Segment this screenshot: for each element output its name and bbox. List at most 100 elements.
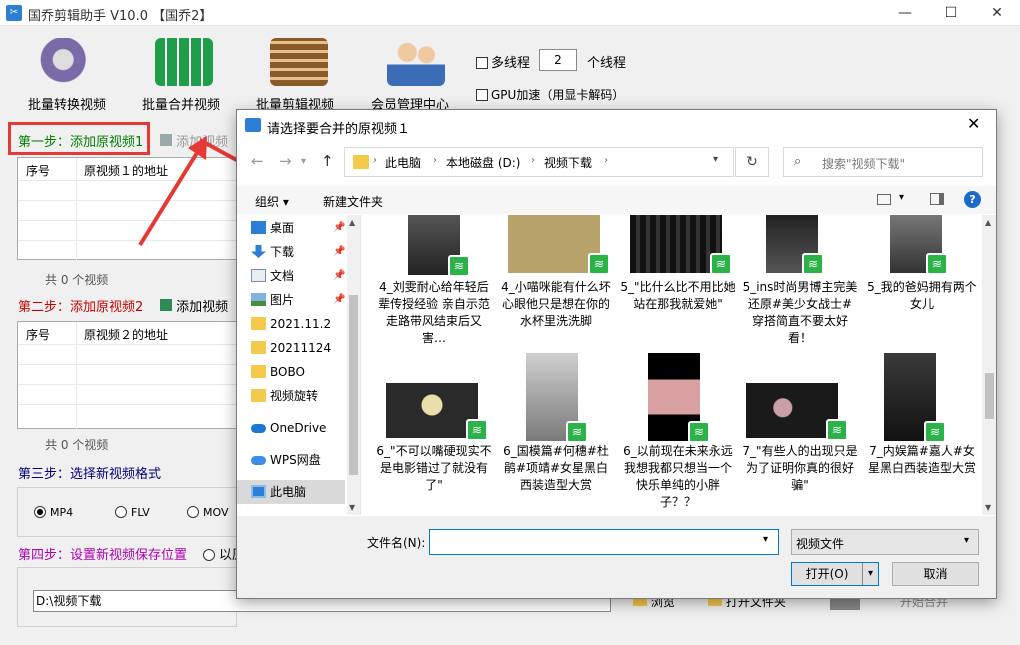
- search-placeholder: 搜索"视频下载": [822, 157, 906, 171]
- pin-icon: 📌: [333, 222, 345, 233]
- search-box[interactable]: ⌕ 搜索"视频下载": [783, 147, 983, 177]
- open-button[interactable]: 打开(O) ▾: [791, 562, 879, 586]
- nav-label: 下载: [270, 245, 295, 259]
- file-name: 5_"比什么比不用比她站在那我就爱她": [620, 280, 736, 311]
- help-icon[interactable]: ?: [964, 191, 981, 208]
- dialog-title: 请选择要合并的原视频１: [267, 122, 411, 137]
- nav-scrollbar[interactable]: ▲ ▼: [347, 215, 360, 515]
- filename-input[interactable]: ▾: [429, 529, 779, 555]
- video-thumbnail: [746, 383, 838, 438]
- computer-icon: [251, 485, 266, 498]
- nav-wps-drive[interactable]: WPS网盘: [237, 448, 345, 472]
- video-thumbnail: [508, 215, 600, 273]
- file-name: 6_"不可以嘴硬现实不是电影错过了就没有了": [376, 444, 492, 492]
- nav-desktop[interactable]: 桌面 📌: [237, 216, 345, 240]
- search-icon: ⌕: [794, 154, 802, 169]
- open-label: 打开(O): [805, 567, 849, 581]
- file-name: 6_国模篇#何穗#杜鹃#项靖#女星黑白西装造型大赏: [503, 444, 609, 492]
- nav-label: 视频旋转: [270, 389, 319, 403]
- folder-icon: [251, 365, 266, 378]
- video-thumbnail: [630, 215, 722, 273]
- video-badge-icon: ≋: [566, 421, 588, 443]
- up-arrow-icon[interactable]: ↑: [321, 152, 334, 170]
- folder-icon: [251, 389, 266, 402]
- video-badge-icon: ≋: [448, 255, 470, 277]
- breadcrumb-this-pc[interactable]: 此电脑: [385, 154, 421, 171]
- address-dropdown-icon[interactable]: ▾: [713, 154, 718, 165]
- cloud-icon: [251, 424, 266, 433]
- breadcrumb-sep-icon: ›: [373, 155, 377, 166]
- breadcrumb-disk-d[interactable]: 本地磁盘 (D:): [446, 154, 520, 171]
- file-list: ≋ 4_刘雯耐心给年轻后辈传授经验 亲自示范走路带风结束后又害… ≋ 4_小喵咪…: [362, 215, 982, 515]
- nav-download[interactable]: 下载 📌: [237, 240, 345, 264]
- nav-folder-rotate[interactable]: 视频旋转: [237, 384, 345, 408]
- preview-pane-icon[interactable]: [930, 193, 944, 205]
- nav-label: 文档: [270, 269, 295, 283]
- download-icon: [251, 245, 266, 258]
- pin-icon: 📌: [333, 246, 345, 257]
- cloud-icon: [251, 456, 266, 465]
- video-badge-icon: ≋: [710, 253, 732, 275]
- filename-label: 文件名(N):: [367, 536, 426, 550]
- view-mode-icon[interactable]: [877, 194, 891, 205]
- open-dropdown-icon[interactable]: ▾: [862, 563, 878, 585]
- address-bar[interactable]: › 此电脑 › 本地磁盘 (D:) › 视频下载 › ▾: [344, 147, 734, 177]
- nav-label: BOBO: [270, 365, 305, 379]
- pin-icon: 📌: [333, 270, 345, 281]
- nav-documents[interactable]: 文档 📌: [237, 264, 345, 288]
- filetype-select[interactable]: 视频文件 ▾: [791, 529, 979, 555]
- nav-label: 此电脑: [270, 485, 307, 499]
- open-file-dialog: 请选择要合并的原视频１ ✕ ← → ▾ ↑ › 此电脑 › 本地磁盘 (D:) …: [236, 109, 997, 599]
- breadcrumb-sep-icon: ›: [433, 155, 437, 166]
- new-folder-button[interactable]: 新建文件夹: [323, 193, 383, 210]
- back-arrow-icon[interactable]: ←: [251, 152, 264, 170]
- nav-label: 图片: [270, 293, 295, 307]
- nav-pictures[interactable]: 图片 📌: [237, 288, 345, 312]
- nav-label: OneDrive: [270, 421, 327, 435]
- recent-chevron-icon[interactable]: ▾: [301, 156, 306, 167]
- cancel-button[interactable]: 取消: [892, 562, 979, 586]
- filename-dropdown-icon[interactable]: ▾: [763, 534, 768, 545]
- nav-onedrive[interactable]: OneDrive: [237, 416, 345, 440]
- video-badge-icon: ≋: [588, 253, 610, 275]
- video-badge-icon: ≋: [802, 253, 824, 275]
- video-badge-icon: ≋: [688, 421, 710, 443]
- file-name: 6_以前现在未来永远我想我都只想当一个快乐单纯的小胖子？？: [623, 444, 733, 509]
- dialog-footer: 文件名(N): ▾ 视频文件 ▾ 打开(O) ▾ 取消: [237, 516, 996, 598]
- breadcrumb-sep-icon: ›: [531, 155, 535, 166]
- organize-button[interactable]: 组织 ▾: [255, 193, 289, 210]
- filetype-value: 视频文件: [796, 537, 845, 551]
- nav-this-pc[interactable]: 此电脑: [237, 480, 345, 504]
- video-badge-icon: ≋: [466, 419, 488, 441]
- breadcrumb-video-download[interactable]: 视频下载: [544, 154, 592, 171]
- refresh-icon[interactable]: ↻: [735, 147, 769, 177]
- file-list-scrollbar[interactable]: ▲ ▼: [982, 215, 996, 515]
- folder-icon: [251, 317, 266, 330]
- nav-folder-20211124[interactable]: 20211124: [237, 336, 345, 360]
- nav-label: WPS网盘: [270, 453, 321, 467]
- file-name: 7_"有些人的出现只是为了证明你真的很好骗": [742, 444, 858, 492]
- nav-label: 2021.11.2: [270, 317, 332, 331]
- video-badge-icon: ≋: [826, 419, 848, 441]
- document-icon: [251, 269, 266, 282]
- nav-folder-bobo[interactable]: BOBO: [237, 360, 345, 384]
- file-name: 7_内娱篇#嘉人#女星黑白西装造型大赏: [867, 444, 976, 475]
- folder-icon: [353, 155, 369, 169]
- view-dropdown-icon[interactable]: ▾: [899, 192, 904, 203]
- desktop-icon: [251, 221, 266, 234]
- folder-icon: [251, 341, 266, 354]
- breadcrumb-sep-icon: ›: [604, 155, 608, 166]
- dialog-close-button[interactable]: ✕: [967, 114, 980, 133]
- file-name: 5_ins时尚男博主完美还原#美少女战士#穿搭简直不要太好看！: [742, 280, 858, 345]
- video-badge-icon: ≋: [926, 253, 948, 275]
- navigation-pane: 桌面 📌 下载 📌 文档 📌 图片 📌 2021.11.2 20211124 BOBO …: [237, 215, 361, 515]
- picture-icon: [251, 293, 266, 306]
- nav-label: 桌面: [270, 221, 295, 235]
- pin-icon: 📌: [333, 294, 345, 305]
- file-name: 5_我的爸妈拥有两个女儿: [867, 280, 977, 311]
- nav-folder-2021-11-2[interactable]: 2021.11.2: [237, 312, 345, 336]
- nav-label: 20211124: [270, 341, 332, 355]
- dialog-app-icon: [245, 118, 261, 132]
- video-badge-icon: ≋: [924, 421, 946, 443]
- forward-arrow-icon[interactable]: →: [279, 152, 292, 170]
